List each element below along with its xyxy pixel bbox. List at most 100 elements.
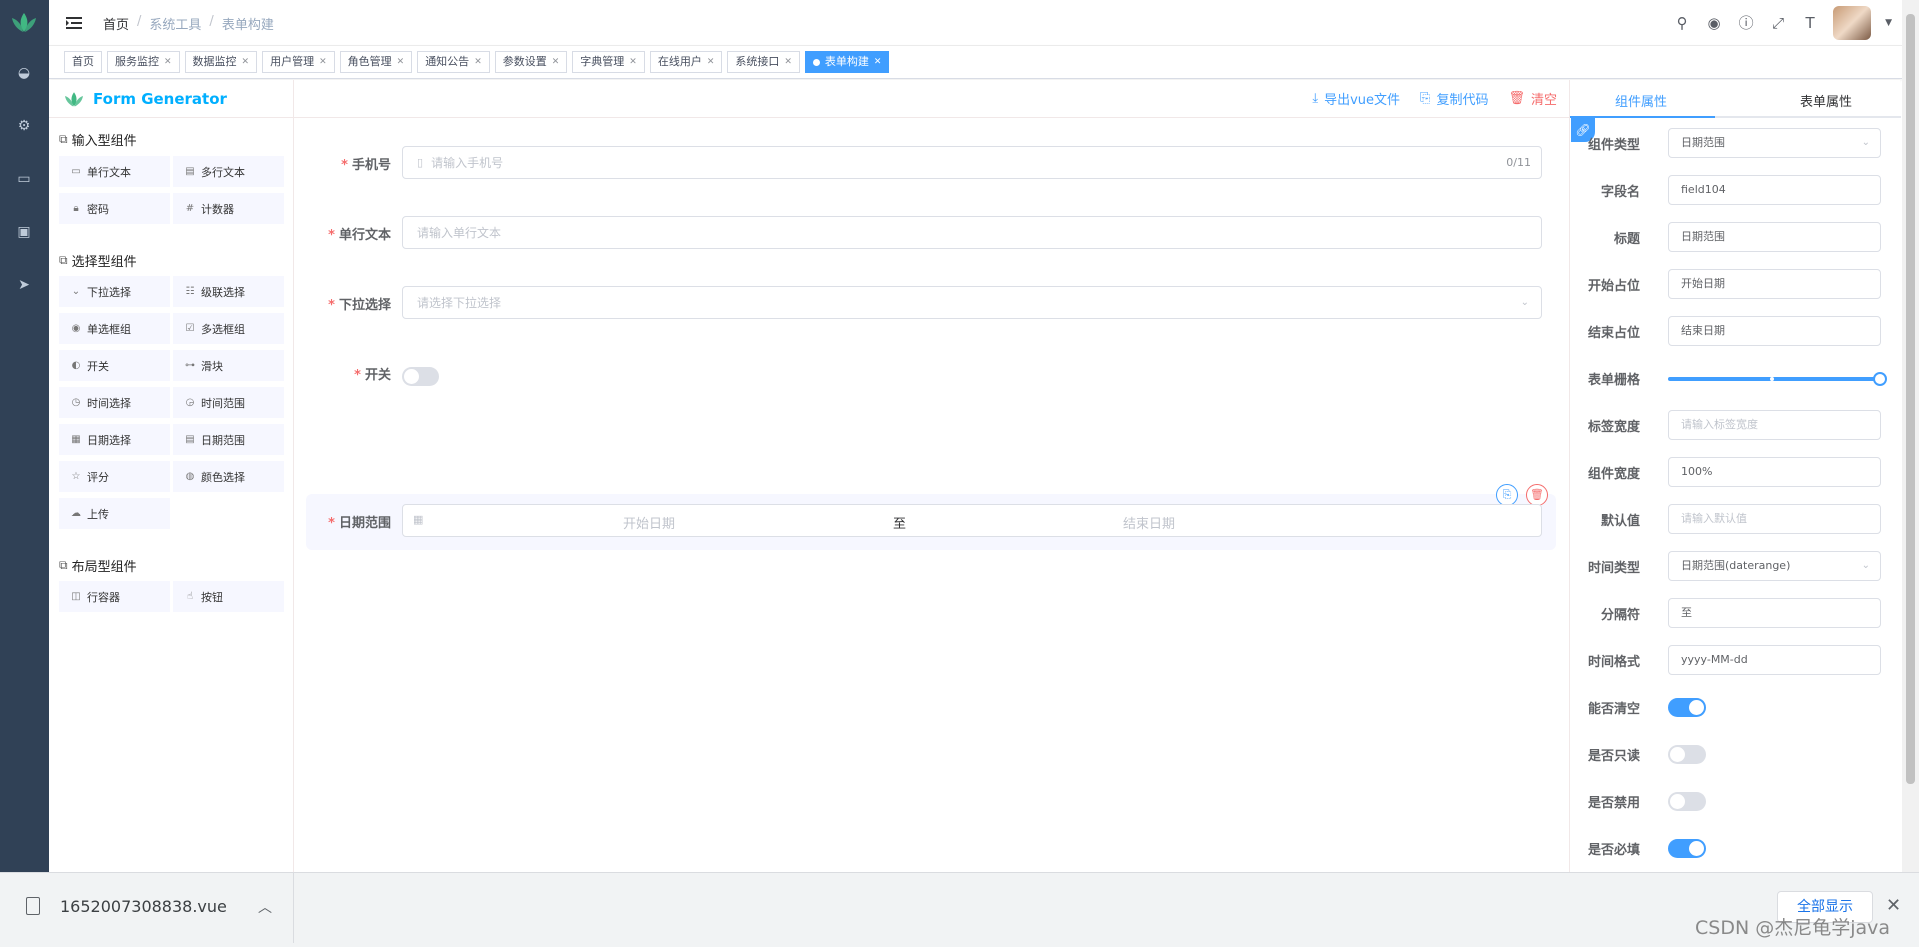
close-icon[interactable]: ✕	[784, 52, 792, 72]
monitor-icon[interactable]: ▭	[14, 169, 34, 189]
copy-code-button[interactable]: ⎘ 复制代码	[1420, 89, 1488, 108]
default-value-input[interactable]: 请输入默认值	[1668, 504, 1881, 534]
delete-item-icon[interactable]: 🗑︎	[1526, 484, 1548, 506]
tag-user-management[interactable]: 用户管理 ✕	[262, 51, 335, 73]
export-vue-button[interactable]: ⤓ 导出vue文件	[1312, 89, 1400, 108]
tag-notices[interactable]: 通知公告 ✕	[417, 51, 490, 73]
end-date-placeholder[interactable]: 结束日期	[1123, 513, 1175, 532]
fullscreen-icon[interactable]: ⤢	[1769, 14, 1787, 32]
close-icon[interactable]: ✕	[242, 52, 250, 72]
daterange-input[interactable]: ▦ 开始日期 至 结束日期	[402, 504, 1542, 537]
clearable-switch[interactable]	[1668, 698, 1706, 717]
send-icon[interactable]: ➤	[14, 275, 34, 295]
form-item-daterange-active[interactable]: ⎘ 🗑︎ * 日期范围 ▦ 开始日期 至 结束日期	[306, 484, 1556, 550]
download-item[interactable]: 1652007308838.vue ︿	[0, 873, 294, 943]
font-size-icon[interactable]: T	[1801, 14, 1819, 32]
tab-component-props[interactable]: 组件属性	[1615, 91, 1667, 110]
page-scrollbar[interactable]	[1902, 0, 1919, 872]
time-type-select[interactable]: 日期范围(daterange) ⌄	[1668, 551, 1881, 581]
close-icon[interactable]: ✕	[552, 52, 560, 72]
star-icon: ☆	[71, 471, 81, 482]
caret-down-icon[interactable]: ▼	[1885, 18, 1892, 28]
slider-handle[interactable]	[1873, 372, 1887, 386]
comp-checkbox-group[interactable]: ☑ 多选框组	[173, 313, 284, 344]
comp-cascader[interactable]: ☷ 级联选择	[173, 276, 284, 307]
menu-toggle-icon[interactable]	[65, 14, 83, 32]
tag-params[interactable]: 参数设置 ✕	[494, 51, 568, 73]
phone-input[interactable]: ▯ 请输入手机号 0/11	[402, 146, 1542, 179]
comp-button[interactable]: ☝ 按钮	[173, 581, 284, 612]
tag-dict[interactable]: 字典管理 ✕	[572, 51, 645, 73]
tag-data-monitor[interactable]: 数据监控 ✕	[184, 51, 258, 73]
clear-button[interactable]: 🗑︎ 清空	[1508, 89, 1557, 108]
tag-system-api[interactable]: 系统接口 ✕	[727, 51, 800, 73]
comp-textarea[interactable]: ▤ 多行文本	[173, 156, 284, 187]
scrollbar-thumb[interactable]	[1906, 14, 1915, 784]
close-icon[interactable]: ✕	[397, 52, 405, 72]
tag-server-monitor[interactable]: 服务监控 ✕	[107, 51, 180, 73]
copy-item-icon[interactable]: ⎘	[1496, 484, 1518, 506]
component-width-input[interactable]: 100%	[1668, 457, 1881, 487]
readonly-switch[interactable]	[1668, 745, 1706, 764]
time-format-input[interactable]: yyyy-MM-dd	[1668, 645, 1881, 675]
tag-online-users[interactable]: 在线用户 ✕	[649, 51, 723, 73]
component-type-select[interactable]: 日期范围 ⌄	[1668, 128, 1881, 158]
start-placeholder-input[interactable]: 开始日期	[1668, 269, 1881, 299]
tag-role-management[interactable]: 角色管理 ✕	[339, 51, 413, 73]
disabled-switch[interactable]	[1668, 792, 1706, 811]
search-icon[interactable]: ⚲	[1673, 14, 1691, 32]
select-input[interactable]: 请选择下拉选择 ⌄	[402, 286, 1542, 319]
close-icon[interactable]: ✕	[474, 52, 482, 72]
prop-field-name: 字段名 field104	[1570, 171, 1901, 209]
field-name-input[interactable]: field104	[1668, 175, 1881, 205]
comp-row-container[interactable]: ◫ 行容器	[59, 581, 170, 612]
separator-input[interactable]: 至	[1668, 598, 1881, 628]
comp-date-picker[interactable]: ▦ 日期选择	[59, 424, 170, 455]
start-date-placeholder[interactable]: 开始日期	[623, 513, 675, 532]
close-icon[interactable]: ✕	[707, 52, 715, 72]
tag-home[interactable]: 首页	[64, 51, 102, 73]
comp-slider[interactable]: ⊶ 滑块	[173, 350, 284, 381]
toolbox-icon[interactable]: ▣	[14, 222, 34, 242]
tag-form-builder[interactable]: 表单构建 ✕	[804, 51, 890, 73]
comp-switch[interactable]: ◐ 开关	[59, 350, 170, 381]
comp-color-picker[interactable]: ◍ 颜色选择	[173, 461, 284, 492]
single-text-input[interactable]: 请输入单行文本	[402, 216, 1542, 249]
comp-label: 计数器	[201, 202, 234, 216]
help-icon[interactable]: ⓘ	[1737, 14, 1755, 32]
end-placeholder-input[interactable]: 结束日期	[1668, 316, 1881, 346]
label-width-input[interactable]: 请输入标签宽度	[1668, 410, 1881, 440]
comp-upload[interactable]: ☁ 上传	[59, 498, 170, 529]
tag-label: 系统接口	[735, 55, 780, 68]
comp-password[interactable]: 🔒︎ 密码	[59, 193, 170, 224]
breadcrumb-current: 表单构建	[221, 18, 274, 33]
chevron-up-icon[interactable]: ︿	[258, 897, 272, 917]
required-switch[interactable]	[1668, 839, 1706, 858]
comp-rate[interactable]: ☆ 评分	[59, 461, 170, 492]
comp-time-picker[interactable]: ◷ 时间选择	[59, 387, 170, 418]
switch-toggle[interactable]	[402, 367, 439, 386]
github-icon[interactable]: ◉	[1705, 14, 1723, 32]
comp-radio-group[interactable]: ◉ 单选框组	[59, 313, 170, 344]
close-icon[interactable]: ✕	[319, 52, 327, 72]
tab-form-props[interactable]: 表单属性	[1800, 91, 1852, 110]
dashboard-icon[interactable]: ◒	[14, 63, 34, 83]
prop-label: 是否必填	[1587, 843, 1640, 858]
title-input[interactable]: 日期范围	[1668, 222, 1881, 252]
close-icon[interactable]: ✕	[629, 52, 637, 72]
grid-span-slider[interactable]	[1668, 372, 1887, 386]
app-logo-icon[interactable]	[10, 10, 38, 34]
comp-date-range[interactable]: ▤ 日期范围	[173, 424, 284, 455]
comp-counter[interactable]: # 计数器	[173, 193, 284, 224]
comp-time-range[interactable]: ◶ 时间范围	[173, 387, 284, 418]
settings-icon[interactable]: ⚙	[14, 116, 34, 136]
comp-select[interactable]: ⌄ 下拉选择	[59, 276, 170, 307]
avatar[interactable]	[1833, 6, 1872, 40]
breadcrumb-home[interactable]: 首页	[103, 14, 129, 33]
close-icon[interactable]: ✕	[164, 52, 172, 72]
comp-single-line-text[interactable]: ▭ 单行文本	[59, 156, 170, 187]
download-filename[interactable]: 1652007308838.vue	[60, 897, 227, 916]
close-icon[interactable]: ✕	[874, 52, 882, 72]
number-icon: #	[185, 203, 195, 214]
prop-label: 默认值	[1600, 514, 1640, 529]
